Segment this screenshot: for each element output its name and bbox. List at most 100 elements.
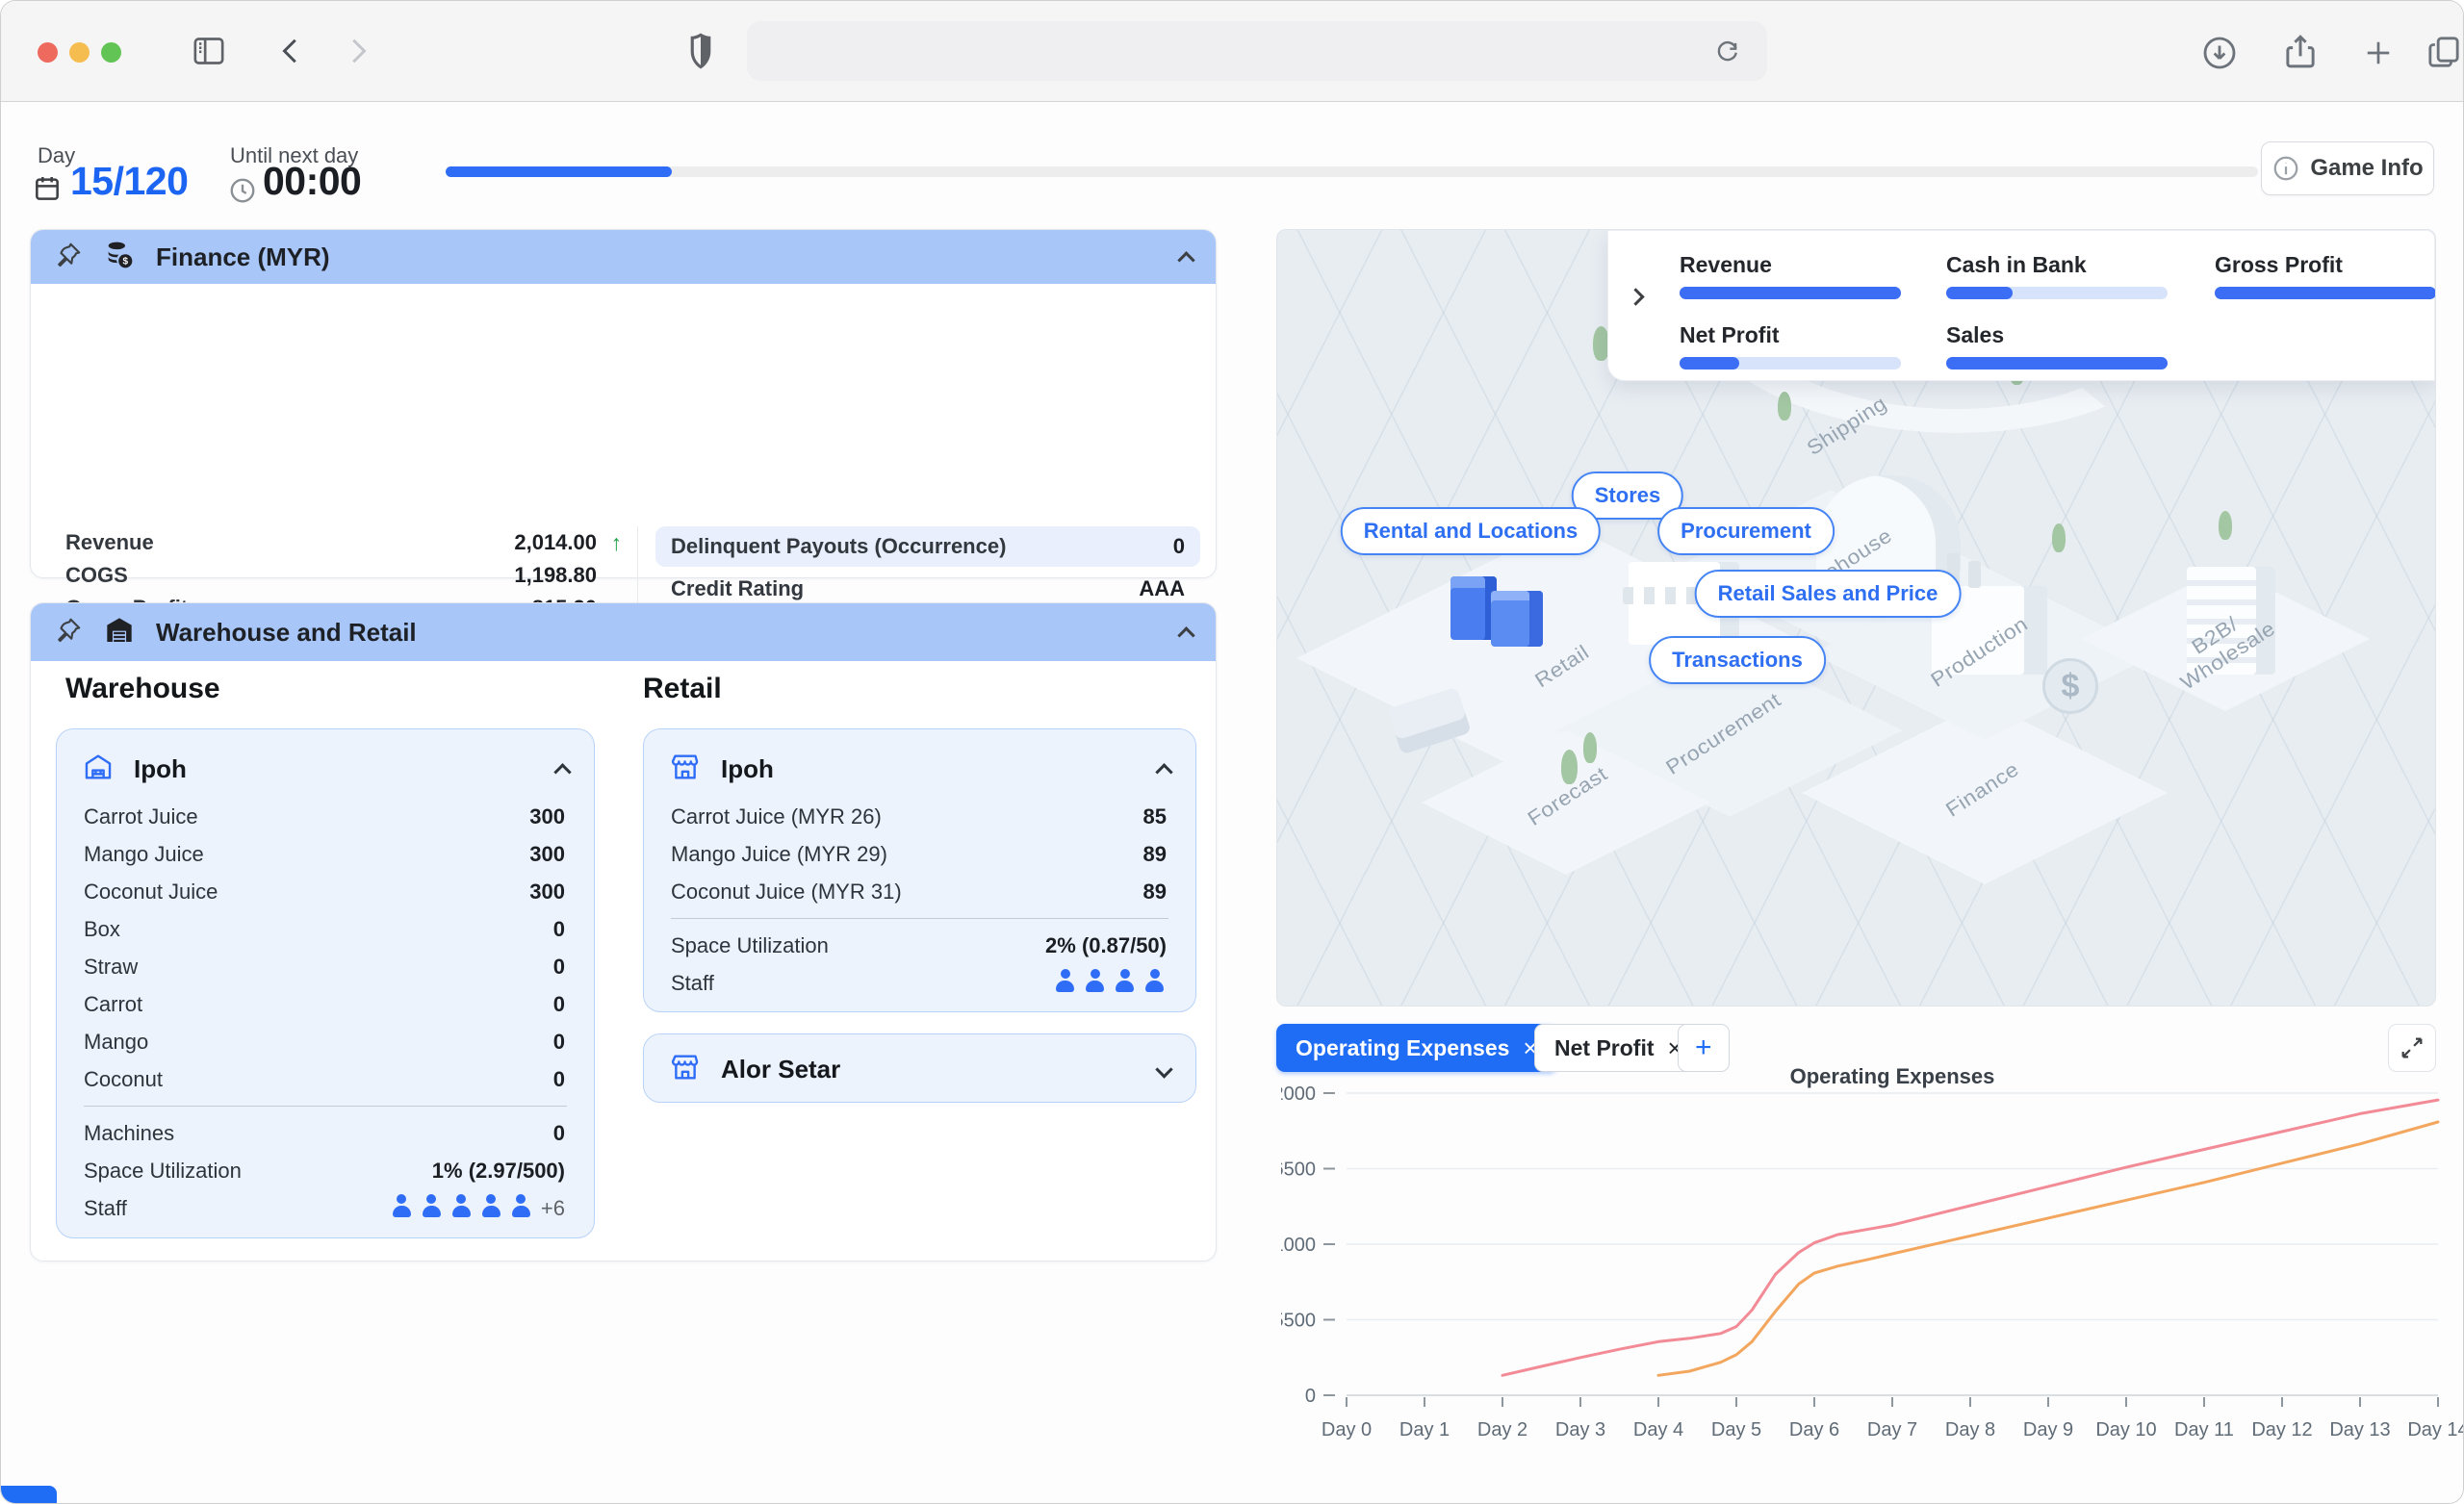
metric-label: Cash in Bank <box>1946 252 2087 278</box>
svg-text:Day 5: Day 5 <box>1711 1419 1761 1440</box>
svg-text:5500: 5500 <box>1281 1311 1316 1332</box>
new-tab-icon[interactable] <box>2361 36 2396 70</box>
browser-window: Day 15/120 Until next day 00:00 Game Inf… <box>0 0 2464 1504</box>
retail-card-header[interactable]: Ipoh <box>644 729 1195 798</box>
alor-setar-card-title: Alor Setar <box>721 1055 1139 1084</box>
finance-row: COGS1,198.80 <box>65 559 622 592</box>
reload-icon[interactable] <box>1713 37 1742 65</box>
warehouse-card-header[interactable]: Ipoh <box>57 729 594 798</box>
finance-panel: $ Finance (MYR) Revenue2,014.00↑ COGS1,1… <box>30 229 1217 578</box>
collapse-warehouse-card-icon[interactable] <box>553 763 571 780</box>
procurement-pill-button[interactable]: Procurement <box>1657 507 1835 555</box>
inventory-row: Coconut Juice300 <box>57 873 594 910</box>
person-icon <box>479 1194 503 1217</box>
info-icon <box>2272 154 2300 183</box>
person-icon <box>1053 969 1077 992</box>
coins-icon: $ <box>104 240 135 275</box>
warehouse-heading: Warehouse <box>65 673 220 705</box>
retail-card-title: Ipoh <box>721 754 1139 784</box>
game-map-canvas[interactable]: $ Retail Shipping Warehouse Procurement … <box>1276 229 2436 1007</box>
warehouse-retail-panel-title: Warehouse and Retail <box>156 618 1159 648</box>
day-progress-fill <box>446 166 672 177</box>
warehouse-retail-panel-header[interactable]: Warehouse and Retail <box>31 603 1216 661</box>
metric-bar <box>1946 287 2168 299</box>
warehouse-card-ipoh: Ipoh Carrot Juice300 Mango Juice300 Coco… <box>56 728 595 1238</box>
metric-bar <box>1680 287 1901 299</box>
browser-toolbar <box>1 1 2464 102</box>
divider <box>671 918 1168 919</box>
rental-and-locations-pill-button[interactable]: Rental and Locations <box>1341 507 1601 555</box>
staff-icons <box>384 1194 533 1223</box>
metric-bar-fill <box>1946 287 2013 299</box>
inventory-row: Carrot0 <box>57 985 594 1023</box>
tab-overview-icon[interactable] <box>2425 33 2463 71</box>
svg-text:Day 4: Day 4 <box>1633 1419 1683 1440</box>
store-buildings-illustration <box>1491 591 1543 647</box>
metric-label: Net Profit <box>1680 322 1780 348</box>
inventory-row: Box0 <box>57 910 594 948</box>
metrics-overlay-panel: Revenue Cash in Bank Gross Profit Net Pr… <box>1607 230 2435 381</box>
person-icon <box>1083 969 1107 992</box>
clock-icon <box>228 176 257 210</box>
inventory-row: Straw0 <box>57 948 594 985</box>
svg-text:Day 2: Day 2 <box>1477 1419 1527 1440</box>
collapse-warehouse-retail-icon[interactable] <box>1177 626 1194 644</box>
game-info-button[interactable]: Game Info <box>2261 141 2434 195</box>
metric-bar <box>1946 357 2168 370</box>
close-window-button[interactable] <box>38 42 58 63</box>
pin-icon[interactable] <box>54 616 83 650</box>
store-buildings-illustration <box>1450 576 1497 640</box>
finance-panel-header[interactable]: $ Finance (MYR) <box>31 230 1216 284</box>
metric-label: Sales <box>1946 322 2004 348</box>
calendar-icon <box>32 172 63 210</box>
privacy-shield-icon[interactable] <box>680 30 721 72</box>
retail-card-alor-setar[interactable]: Alor Setar <box>643 1033 1196 1103</box>
expand-alor-setar-icon[interactable] <box>1155 1060 1172 1078</box>
warehouse-retail-panel: Warehouse and Retail Warehouse Retail Ip… <box>30 602 1217 1262</box>
svg-text:Day 6: Day 6 <box>1789 1419 1839 1440</box>
svg-text:Day 8: Day 8 <box>1945 1419 1995 1440</box>
retail-product-row: Coconut Juice (MYR 31)89 <box>644 873 1195 910</box>
transactions-pill-button[interactable]: Transactions <box>1649 636 1826 684</box>
person-icon <box>420 1194 444 1217</box>
svg-text:Day 14: Day 14 <box>2407 1419 2464 1440</box>
minimize-window-button[interactable] <box>69 42 90 63</box>
metric-bar-fill <box>2215 287 2436 299</box>
staff-icons <box>1047 969 1167 998</box>
metric-bar <box>2215 287 2436 299</box>
zoom-window-button[interactable] <box>101 42 121 63</box>
pin-icon[interactable] <box>54 241 83 274</box>
operating-expenses-chart: 05500110001650022000Day 0Day 1Day 2Day 3… <box>1281 1058 2464 1471</box>
person-icon <box>390 1194 414 1217</box>
warehouse-icon <box>104 615 135 650</box>
retail-sales-and-price-pill-button[interactable]: Retail Sales and Price <box>1695 570 1962 618</box>
collapse-metrics-icon[interactable] <box>1627 288 1644 305</box>
sidebar-icon[interactable] <box>190 32 228 70</box>
svg-text:Day 10: Day 10 <box>2095 1419 2156 1440</box>
inventory-row: Mango Juice300 <box>57 835 594 873</box>
retail-product-row: Mango Juice (MYR 29)89 <box>644 835 1195 873</box>
tree-icon <box>1778 392 1791 421</box>
metric-bar-fill <box>1680 287 1901 299</box>
inventory-row: Mango0 <box>57 1023 594 1060</box>
back-icon[interactable] <box>274 34 309 68</box>
person-icon <box>509 1194 533 1217</box>
svg-text:Day 11: Day 11 <box>2174 1419 2234 1440</box>
day-progress-track <box>446 166 2258 177</box>
address-bar[interactable] <box>747 21 1767 81</box>
alor-setar-card-header[interactable]: Alor Setar <box>644 1034 1195 1105</box>
downloads-icon[interactable] <box>2200 34 2239 72</box>
retail-heading: Retail <box>643 673 722 705</box>
chimney <box>1968 561 1981 588</box>
staff-row: Staff <box>644 964 1195 1002</box>
metric-bar-fill <box>1946 357 2168 370</box>
collapse-finance-icon[interactable] <box>1177 251 1194 268</box>
divider <box>84 1106 567 1107</box>
staff-extra-count: +6 <box>541 1196 565 1221</box>
collapse-retail-card-icon[interactable] <box>1155 763 1172 780</box>
space-utilization-row: Space Utilization2% (0.87/50) <box>644 927 1195 964</box>
forward-icon[interactable] <box>340 34 374 68</box>
person-icon <box>1113 969 1137 992</box>
metric-bar-fill <box>1680 357 1739 370</box>
share-icon[interactable] <box>2280 32 2321 72</box>
